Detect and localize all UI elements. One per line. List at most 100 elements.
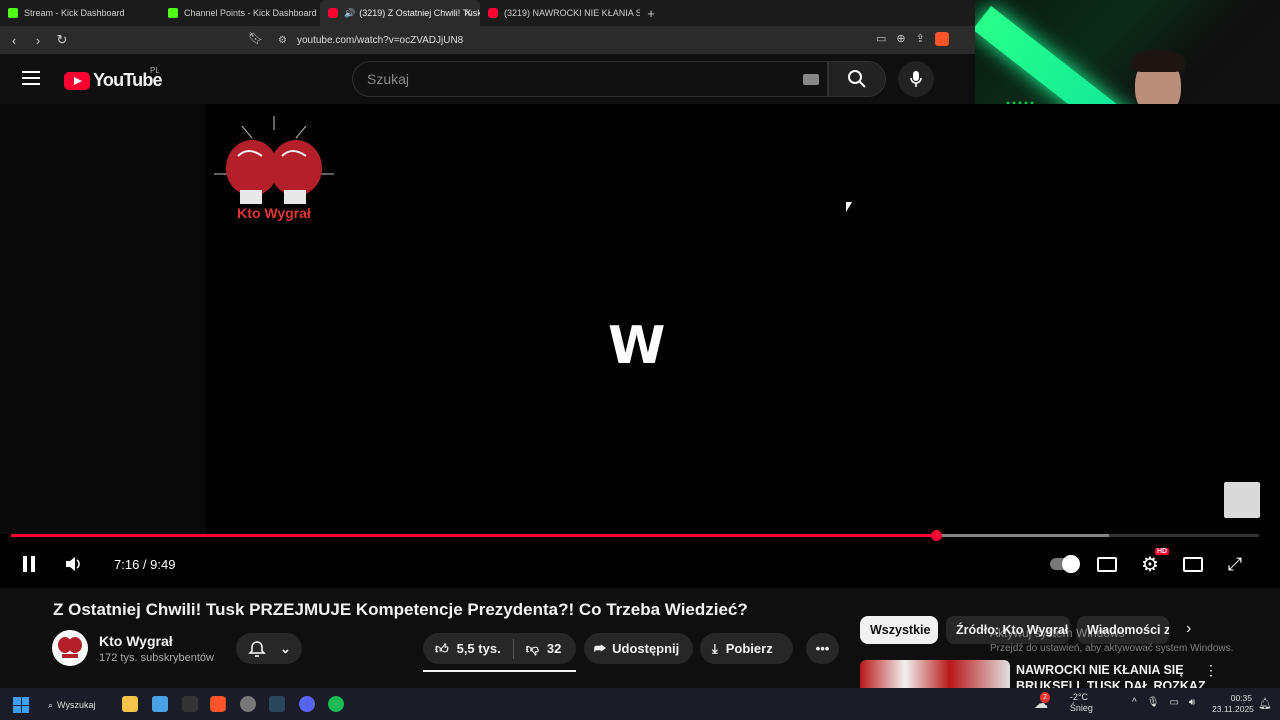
clock-time: 00:35 <box>1230 693 1252 703</box>
subscriber-count: 172 tys. subskrybentów <box>99 652 214 664</box>
pause-button[interactable] <box>18 550 40 578</box>
windows-activation-note: Przejdź do ustawień, aby aktywować syste… <box>990 643 1234 654</box>
thumbs-down-icon: 👎︎ <box>525 640 539 656</box>
brave-browser-icon[interactable] <box>210 696 226 712</box>
subtitles-button[interactable] <box>1096 550 1118 578</box>
gear-icon: ⚙ <box>1141 553 1159 576</box>
video-title: Z Ostatniej Chwili! Tusk PRZEJMUJE Kompe… <box>53 600 748 619</box>
mouse-cursor <box>846 202 852 212</box>
app-icon[interactable] <box>182 696 198 712</box>
download-button[interactable]: ⤓ Pobierz <box>700 633 793 664</box>
voice-search-button[interactable] <box>898 61 934 97</box>
search-button[interactable] <box>828 61 886 97</box>
taskbar-search-label: Wyszukaj <box>57 700 96 710</box>
tab-label: (3219) Z Ostatniej Chwili! Tusk <box>359 8 480 18</box>
tab-youtube-current[interactable]: 🔊 (3219) Z Ostatniej Chwili! Tusk ✕ <box>320 0 480 26</box>
discord-icon[interactable] <box>299 696 315 712</box>
tab-label: Stream - Kick Dashboard <box>24 8 125 18</box>
miniplayer-button[interactable] <box>1182 550 1204 578</box>
spotify-icon[interactable] <box>328 696 344 712</box>
player-controls: 7:16 / 9:49 ⚙ HD ⤢ <box>0 544 1280 584</box>
chevron-up-icon[interactable]: ^ <box>1132 697 1137 708</box>
file-explorer-icon[interactable] <box>122 696 138 712</box>
back-icon[interactable]: ‹ <box>4 33 24 48</box>
speaker-icon[interactable]: 🔊︎ <box>1189 697 1195 708</box>
share-arrow-icon: ⮫ <box>594 640 607 656</box>
steam-icon[interactable] <box>269 696 285 712</box>
screen: Stream - Kick Dashboard Channel Points -… <box>0 0 1280 720</box>
dislike-button[interactable]: 👎︎ 32 <box>514 633 574 664</box>
chip-all[interactable]: Wszystkie <box>860 616 938 644</box>
more-actions-button[interactable]: ••• <box>806 633 839 664</box>
download-label: Pobierz <box>725 641 773 656</box>
channel-avatar[interactable] <box>52 630 88 666</box>
speaker-icon[interactable]: 🔊 <box>344 8 355 19</box>
tab-stream-kick[interactable]: Stream - Kick Dashboard <box>0 0 160 26</box>
keyboard-icon[interactable] <box>803 74 819 85</box>
chevron-down-icon: ⌄ <box>280 640 291 656</box>
bookmark-icon[interactable]: 🔖︎ <box>248 31 263 45</box>
share-icon[interactable]: ⇪ <box>916 32 925 46</box>
fullscreen-button[interactable]: ⤢ <box>1224 550 1246 578</box>
like-ratio-underline <box>423 670 576 672</box>
forward-icon[interactable]: › <box>28 33 48 48</box>
brave-shield-icon[interactable] <box>934 32 949 46</box>
streamer-hair <box>1131 50 1185 72</box>
channel-branding-watermark[interactable] <box>1224 482 1260 518</box>
search-icon <box>848 70 866 88</box>
network-icon[interactable]: ▭ <box>1169 697 1178 708</box>
search-placeholder: Szukaj <box>367 71 410 87</box>
share-button[interactable]: ⮫ Udostępnij <box>584 633 693 664</box>
fullscreen-icon: ⤢ <box>1227 553 1243 574</box>
obs-icon[interactable] <box>240 696 256 712</box>
reload-icon[interactable]: ↻ <box>52 32 72 48</box>
youtube-icon <box>488 8 498 18</box>
tab-channel-points[interactable]: Channel Points - Kick Dashboard <box>160 0 320 26</box>
photos-icon[interactable] <box>152 696 168 712</box>
new-tab-button[interactable]: + <box>640 0 662 26</box>
volume-icon <box>66 557 80 571</box>
taskbar-search[interactable]: ⌕ Wyszukaj <box>48 696 95 714</box>
video-player[interactable]: Kto Wygrał W 7:16 / 9:49 ⚙ HD ⤢ <box>0 104 1280 588</box>
close-tab-icon[interactable]: ✕ <box>464 8 472 19</box>
notification-icon[interactable]: 🔔︎ <box>1258 697 1272 710</box>
youtube-play-icon <box>64 71 90 90</box>
system-clock[interactable]: 00:35 23.11.2025 <box>1212 693 1254 715</box>
dislike-count: 32 <box>546 641 562 656</box>
volume-button[interactable] <box>62 550 86 578</box>
recommended-title[interactable]: NAWROCKI NIE KŁANIA SIĘ BRUKSELI. TUSK D… <box>1016 662 1206 688</box>
recommended-thumbnail[interactable] <box>860 660 1010 688</box>
weather-widget[interactable]: ☁ 2 -2°C Śnieg <box>1034 691 1093 714</box>
share-label: Udostępnij <box>612 641 680 656</box>
notifications-button[interactable]: ⌄ <box>236 633 302 664</box>
search-input[interactable]: Szukaj <box>352 61 828 97</box>
site-settings-icon[interactable]: ⚙ <box>278 35 287 46</box>
weather-temp: -2°C <box>1069 692 1089 702</box>
address-bar[interactable]: ⚙ youtube.com/watch?v=ocZVADJjUN8 <box>268 29 978 51</box>
tab-label: Channel Points - Kick Dashboard <box>184 8 317 18</box>
channel-name[interactable]: Kto Wygrał <box>99 633 173 649</box>
autoplay-toggle[interactable] <box>1050 550 1080 578</box>
like-button[interactable]: 👍︎ 5,5 tys. <box>423 633 513 664</box>
mic-tray-icon[interactable]: 🎙︎ <box>1147 697 1160 708</box>
menu-icon[interactable] <box>22 71 40 89</box>
more-horizontal-icon: ••• <box>815 641 830 656</box>
kick-icon <box>168 8 178 18</box>
channel-avatar-image <box>58 637 82 658</box>
more-vertical-icon[interactable]: ⋮ <box>1204 662 1218 679</box>
windows-start-icon[interactable] <box>13 697 29 713</box>
scrubber-handle[interactable] <box>930 530 942 541</box>
chevron-right-icon[interactable]: › <box>1186 620 1191 638</box>
cast-icon[interactable]: ▭ <box>876 32 886 46</box>
url-text: youtube.com/watch?v=ocZVADJjUN8 <box>296 34 464 46</box>
center-watermark: W <box>608 316 666 376</box>
youtube-logo[interactable]: YouTube PL <box>64 66 163 91</box>
progress-bar[interactable] <box>11 530 1259 541</box>
tab-youtube-other[interactable]: (3219) NAWROCKI NIE KŁANIA SIĘ BR <box>480 0 640 26</box>
search-icon: ⌕ <box>48 699 54 710</box>
kick-icon <box>8 8 18 18</box>
browser-actions: ▭ ⊕ ⇪ <box>876 32 949 46</box>
download-icon: ⤓ <box>712 640 718 656</box>
zoom-icon[interactable]: ⊕ <box>896 32 905 46</box>
channel-logo-text: Kto Wygrał <box>237 205 311 221</box>
